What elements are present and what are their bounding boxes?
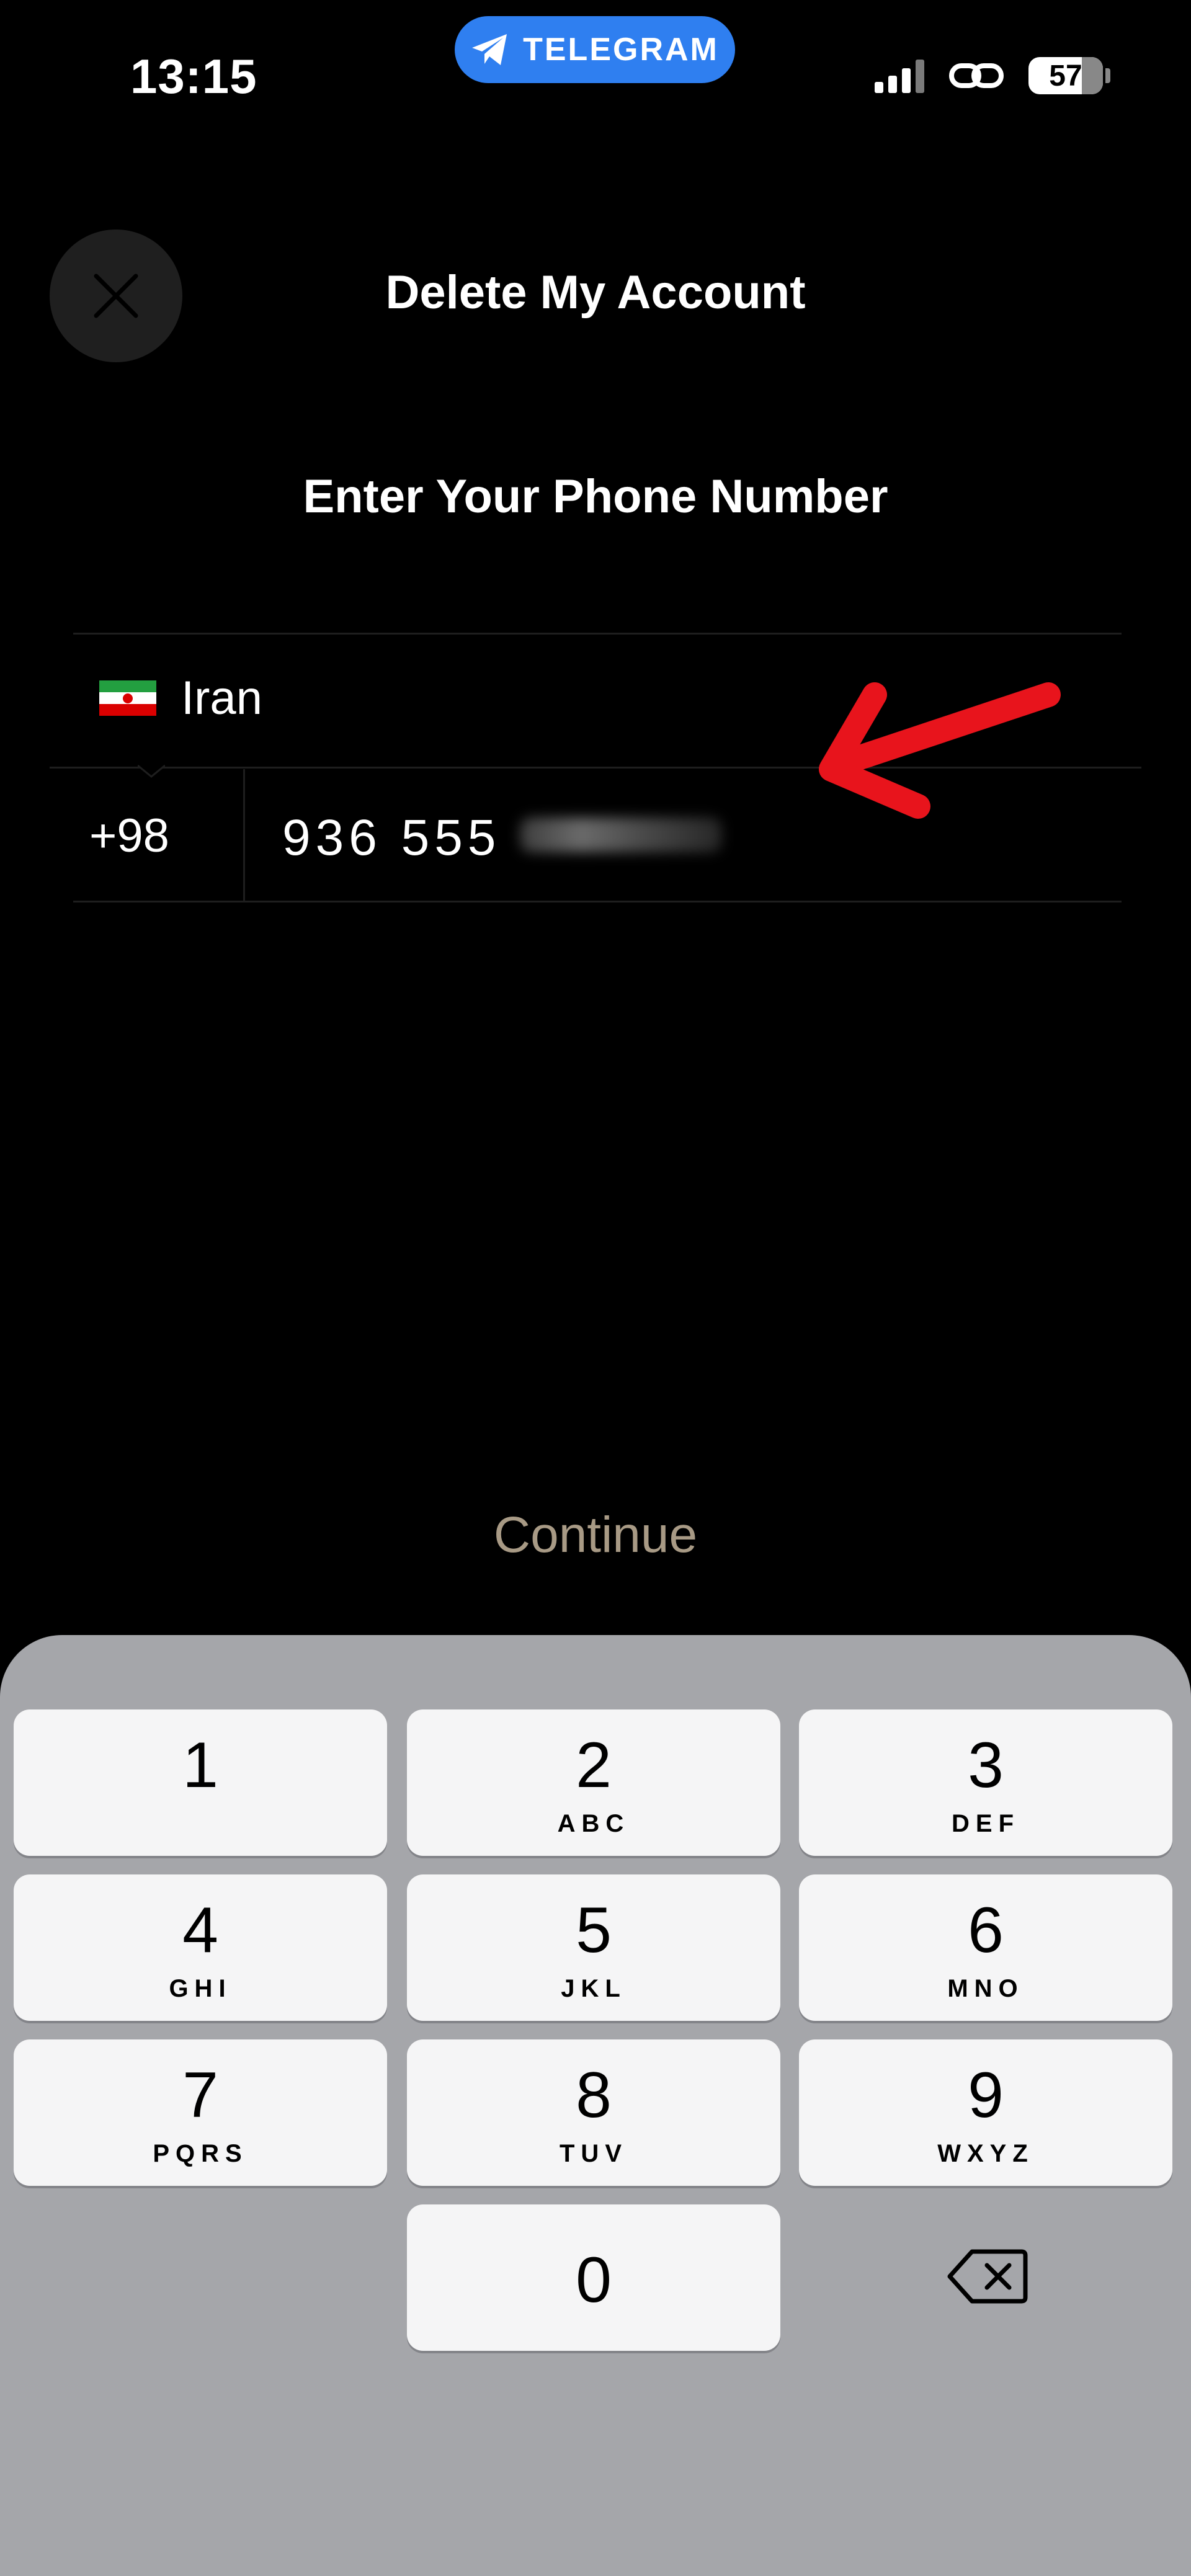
divider (73, 633, 1122, 635)
key-digit: 6 (968, 1894, 1004, 1966)
key-1[interactable]: 1 (14, 1709, 387, 1856)
key-8[interactable]: 8 TUV (407, 2039, 780, 2186)
battery-level: 57 (1049, 59, 1082, 92)
key-digit: 2 (576, 1729, 612, 1801)
delete-account-screen: 13:15 TELEGRAM 57 Delete My Account Ente… (0, 0, 1191, 2576)
key-digit: 0 (576, 2244, 612, 2316)
key-9[interactable]: 9 WXYZ (799, 2039, 1172, 2186)
key-letters: TUV (560, 2140, 628, 2167)
telegram-pill-label: TELEGRAM (523, 32, 719, 68)
key-6[interactable]: 6 MNO (799, 1874, 1172, 2021)
key-0[interactable]: 0 (407, 2204, 780, 2351)
status-time: 13:15 (130, 49, 257, 104)
backspace-icon (947, 2249, 1028, 2304)
key-digit: 3 (968, 1729, 1004, 1801)
key-digit: 5 (576, 1894, 612, 1966)
key-3[interactable]: 3 DEF (799, 1709, 1172, 1856)
redacted-digits (520, 818, 722, 852)
key-digit: 1 (182, 1729, 218, 1801)
red-annotation-arrow-icon (819, 682, 1061, 819)
delete-key[interactable] (926, 2239, 1050, 2314)
vpn-link-icon (949, 63, 1004, 88)
key-letters: GHI (169, 1975, 232, 2002)
status-indicators: 57 (875, 57, 1110, 94)
form-subtitle: Enter Your Phone Number (303, 470, 888, 523)
iran-flag-icon (99, 680, 156, 716)
country-name: Iran (181, 672, 262, 724)
continue-button[interactable]: Continue (0, 1506, 1191, 1564)
key-letters: DEF (952, 1810, 1020, 1837)
key-4[interactable]: 4 GHI (14, 1874, 387, 2021)
cellular-signal-icon (875, 58, 924, 93)
key-letters: WXYZ (937, 2140, 1034, 2167)
key-digit: 9 (968, 2059, 1004, 2131)
key-letters: JKL (561, 1975, 627, 2002)
battery-icon: 57 (1028, 57, 1103, 94)
telegram-icon (472, 34, 507, 65)
key-letters: ABC (557, 1810, 630, 1837)
key-digit: 8 (576, 2059, 612, 2131)
key-5[interactable]: 5 JKL (407, 1874, 780, 2021)
divider (73, 901, 1122, 902)
key-letters: PQRS (153, 2140, 248, 2167)
key-2[interactable]: 2 ABC (407, 1709, 780, 1856)
key-digit: 4 (182, 1894, 218, 1966)
telegram-return-pill[interactable]: TELEGRAM (455, 16, 735, 83)
pointer-notch-icon (138, 764, 165, 778)
field-separator (243, 769, 245, 901)
key-7[interactable]: 7 PQRS (14, 2039, 387, 2186)
country-code-field[interactable]: +98 (89, 809, 169, 863)
key-digit: 7 (182, 2059, 218, 2131)
key-letters: MNO (947, 1975, 1024, 2002)
page-title: Delete My Account (385, 266, 806, 319)
country-selector[interactable]: Iran (99, 671, 262, 725)
phone-number-input[interactable]: 936 555 (282, 809, 501, 867)
